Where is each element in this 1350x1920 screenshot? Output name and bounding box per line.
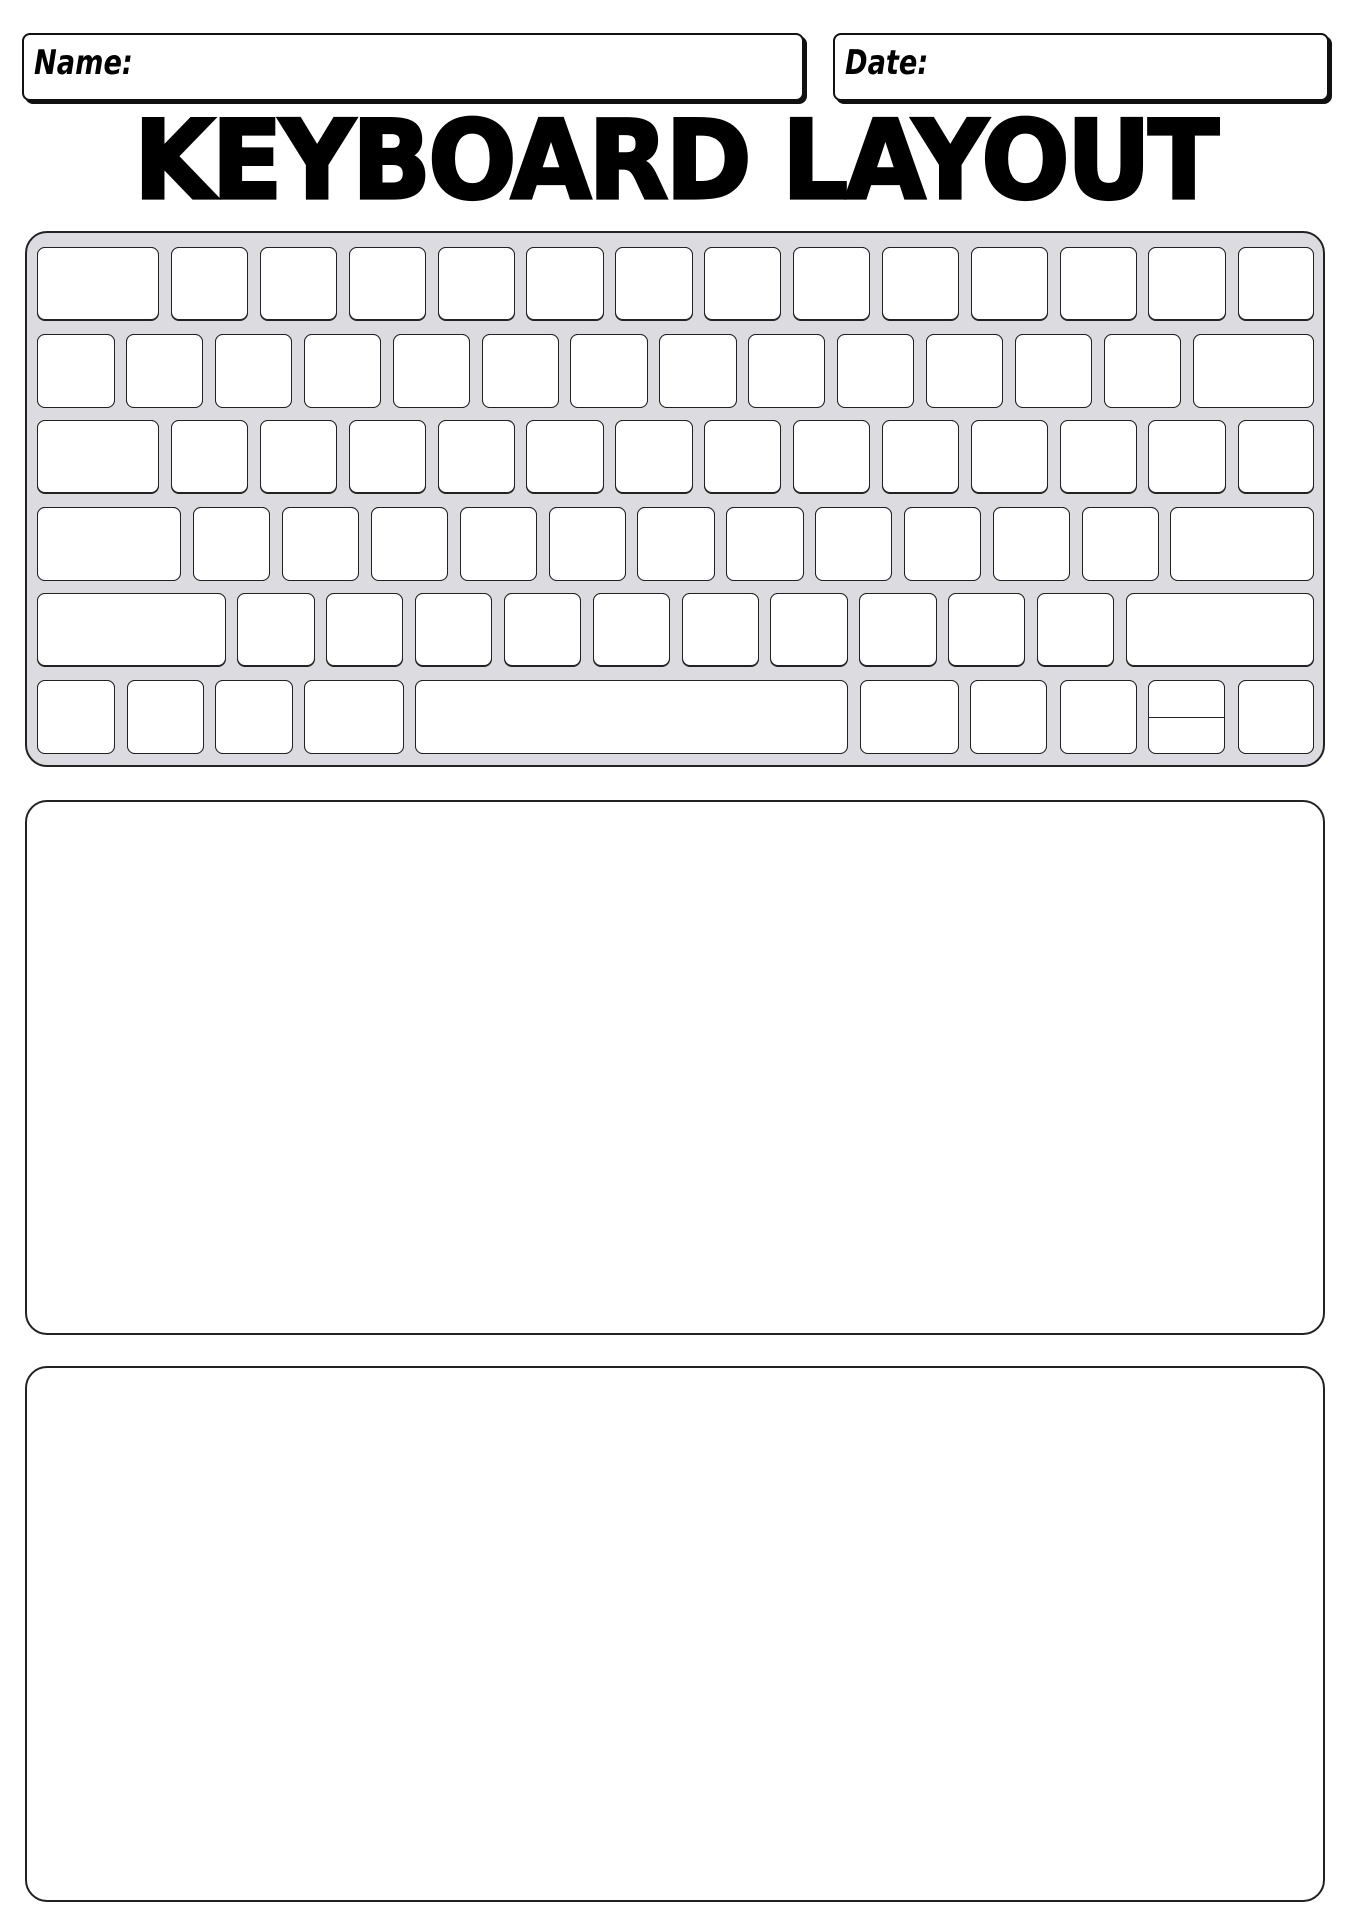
blank-key[interactable]: [348, 419, 427, 494]
blank-key[interactable]: [303, 333, 382, 408]
blank-key[interactable]: [126, 333, 204, 408]
blank-key[interactable]: [1081, 506, 1159, 581]
blank-key[interactable]: [214, 333, 293, 408]
blank-key[interactable]: [415, 592, 493, 667]
blank-key[interactable]: [259, 419, 338, 494]
blank-key[interactable]: [1103, 333, 1181, 408]
blank-key[interactable]: [992, 506, 1071, 581]
blank-key[interactable]: [1237, 679, 1314, 754]
blank-key[interactable]: [37, 333, 115, 408]
blank-key[interactable]: [548, 506, 626, 581]
blank-key[interactable]: [303, 679, 405, 754]
blank-key[interactable]: [903, 506, 982, 581]
date-label: Date:: [845, 43, 929, 83]
blank-key[interactable]: [171, 246, 249, 321]
blank-key[interactable]: [1170, 506, 1314, 581]
blank-key[interactable]: [681, 592, 759, 667]
blank-key[interactable]: [925, 333, 1004, 408]
blank-key[interactable]: [1059, 679, 1137, 754]
blank-key[interactable]: [193, 506, 271, 581]
blank-key[interactable]: [815, 506, 893, 581]
blank-key[interactable]: [348, 246, 427, 321]
blank-key[interactable]: [37, 419, 159, 494]
blank-key[interactable]: [259, 246, 338, 321]
blank-key[interactable]: [770, 592, 848, 667]
blank-key[interactable]: [503, 592, 582, 667]
blank-key[interactable]: [281, 506, 360, 581]
blank-key[interactable]: [437, 246, 515, 321]
blank-key[interactable]: [1148, 246, 1226, 321]
blank-key[interactable]: [726, 506, 804, 581]
blank-key[interactable]: [704, 246, 782, 321]
blank-key[interactable]: [215, 679, 293, 754]
blank-key[interactable]: [592, 592, 671, 667]
page-title: KEYBOARD LAYOUT: [132, 95, 1220, 225]
blank-key[interactable]: [615, 419, 693, 494]
blank-key[interactable]: [1037, 592, 1115, 667]
blank-key[interactable]: [459, 506, 537, 581]
blank-key[interactable]: [970, 679, 1048, 754]
blank-key[interactable]: [326, 592, 404, 667]
blank-key[interactable]: [1237, 419, 1314, 494]
blank-key[interactable]: [836, 333, 915, 408]
blank-key[interactable]: [881, 419, 960, 494]
blank-key[interactable]: [370, 506, 449, 581]
blank-key[interactable]: [704, 419, 782, 494]
blank-key[interactable]: [970, 246, 1049, 321]
blank-key[interactable]: [1193, 333, 1314, 408]
blank-key[interactable]: [859, 592, 937, 667]
blank-key[interactable]: [793, 246, 871, 321]
arrow-divider: [1148, 716, 1225, 718]
blank-key[interactable]: [859, 679, 959, 754]
blank-key[interactable]: [659, 333, 737, 408]
blank-key[interactable]: [570, 333, 648, 408]
blank-key[interactable]: [37, 246, 159, 321]
blank-key[interactable]: [37, 592, 227, 667]
blank-key[interactable]: [637, 506, 715, 581]
blank-key[interactable]: [481, 333, 559, 408]
blank-key[interactable]: [748, 333, 826, 408]
blank-keyboard-2: [25, 246, 1325, 1902]
blank-key[interactable]: [1125, 592, 1314, 667]
blank-key[interactable]: [526, 246, 604, 321]
blank-key[interactable]: [171, 419, 249, 494]
date-field[interactable]: Date:: [833, 33, 1329, 101]
blank-key[interactable]: [437, 419, 515, 494]
name-field[interactable]: Name:: [22, 33, 804, 101]
blank-key[interactable]: [1059, 246, 1137, 321]
blank-key[interactable]: [526, 419, 604, 494]
blank-key[interactable]: [237, 592, 315, 667]
name-label: Name:: [34, 43, 133, 83]
blank-key[interactable]: [37, 679, 115, 754]
blank-key[interactable]: [1237, 246, 1314, 321]
blank-key[interactable]: [37, 506, 181, 581]
blank-key[interactable]: [793, 419, 871, 494]
blank-key[interactable]: [126, 679, 205, 754]
blank-key[interactable]: [415, 679, 849, 754]
blank-key[interactable]: [1059, 419, 1137, 494]
blank-key[interactable]: [1147, 679, 1226, 754]
blank-key[interactable]: [948, 592, 1026, 667]
blank-key[interactable]: [1014, 333, 1092, 408]
blank-key[interactable]: [1148, 419, 1226, 494]
blank-key[interactable]: [881, 246, 960, 321]
blank-key[interactable]: [392, 333, 470, 408]
blank-key[interactable]: [970, 419, 1049, 494]
blank-key[interactable]: [615, 246, 693, 321]
blank-keyboard-1: [25, 246, 1325, 1335]
